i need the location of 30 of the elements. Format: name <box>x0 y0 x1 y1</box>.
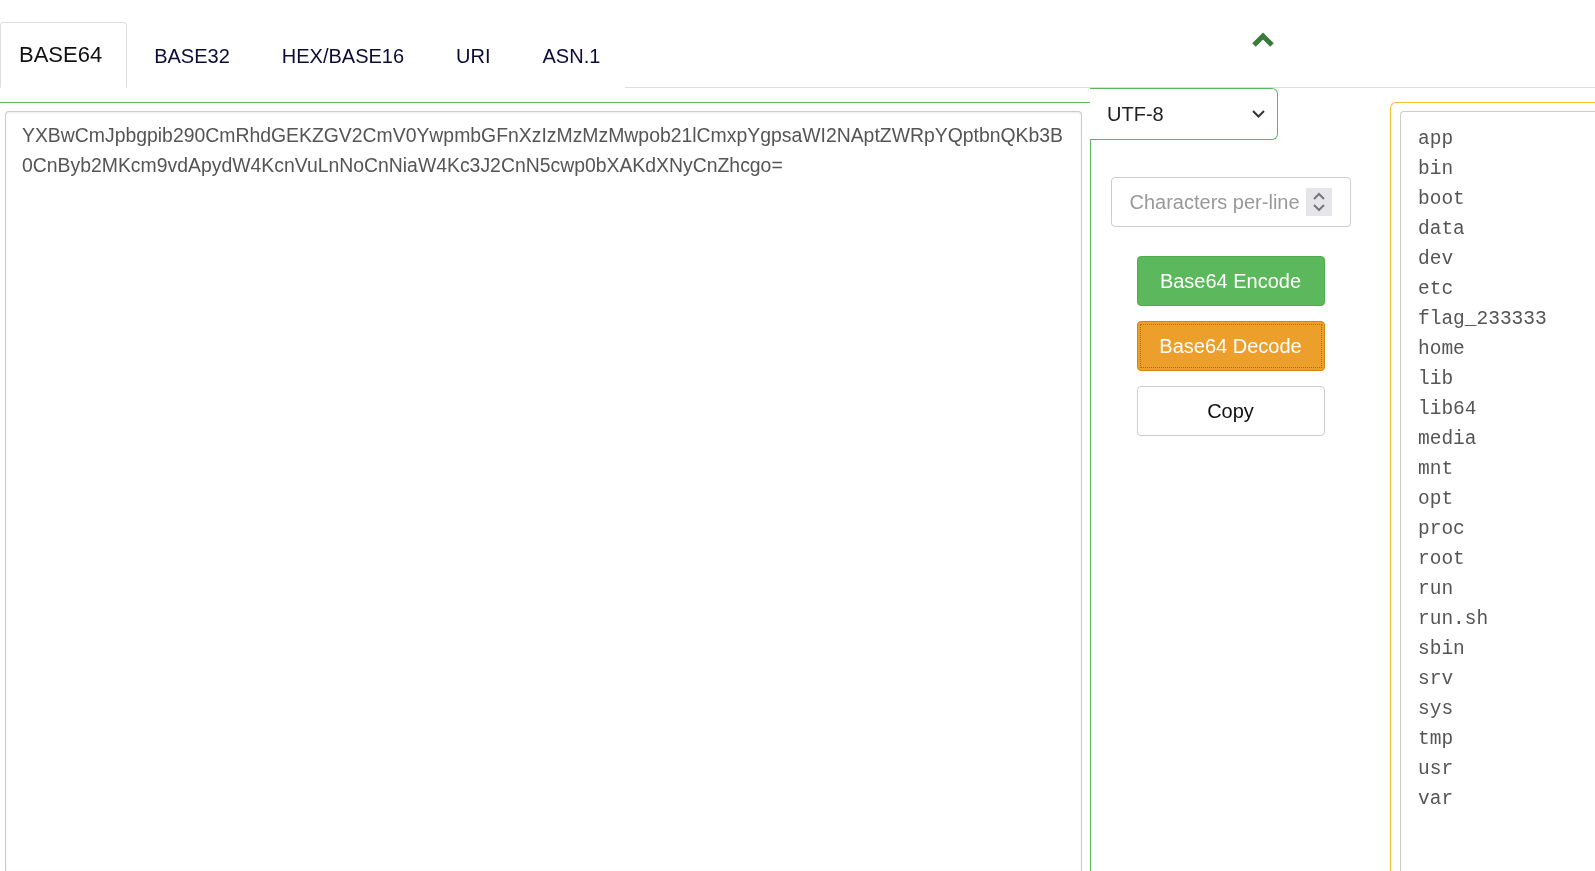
output-line: mnt <box>1418 457 1455 482</box>
input-field[interactable]: YXBwCmJpbgpib290CmRhdGEKZGV2CmV0YwpmbGFnXzIzMzMzMwpob21lCmxpYgpsaWI2NAptZWRpYQptbnQKb3B0CnByb2MKcm9vdApydW4KcnVuLnNoCnNiaW4Kc3J2CnN5cwp0bXAKdXNyCnZhcgo= <box>5 111 1082 871</box>
output-line: var <box>1418 787 1455 812</box>
output-line: opt <box>1418 487 1455 512</box>
output-line: dev <box>1418 247 1455 272</box>
chevron-down-icon <box>1252 110 1265 118</box>
output-line: flag_233333 <box>1418 307 1548 332</box>
output-line: tmp <box>1418 727 1455 752</box>
output-line: boot <box>1418 187 1466 212</box>
output-line: lib64 <box>1418 397 1478 422</box>
spinner-icon[interactable] <box>1305 188 1332 216</box>
output-line: media <box>1418 427 1478 452</box>
output-line: lib <box>1418 367 1455 392</box>
output-line: run.sh <box>1418 607 1490 632</box>
output-line: app <box>1418 127 1455 152</box>
tab[interactable]: BASE64 <box>0 22 128 88</box>
output-line: etc <box>1418 277 1455 302</box>
output-line: srv <box>1418 667 1455 692</box>
output-line: bin <box>1418 157 1455 182</box>
output-line: sbin <box>1418 637 1466 662</box>
chevron-up-icon[interactable] <box>1252 32 1274 47</box>
output-line: run <box>1418 577 1455 602</box>
charset-select[interactable]: UTF-8 <box>1090 88 1278 140</box>
output-line: usr <box>1418 757 1455 782</box>
output-line: proc <box>1418 517 1466 542</box>
output-line: data <box>1418 217 1466 242</box>
output-line: root <box>1418 547 1466 572</box>
output-line: home <box>1418 337 1466 362</box>
output-line: sys <box>1418 697 1455 722</box>
action-button[interactable]: Copy <box>1136 386 1325 436</box>
